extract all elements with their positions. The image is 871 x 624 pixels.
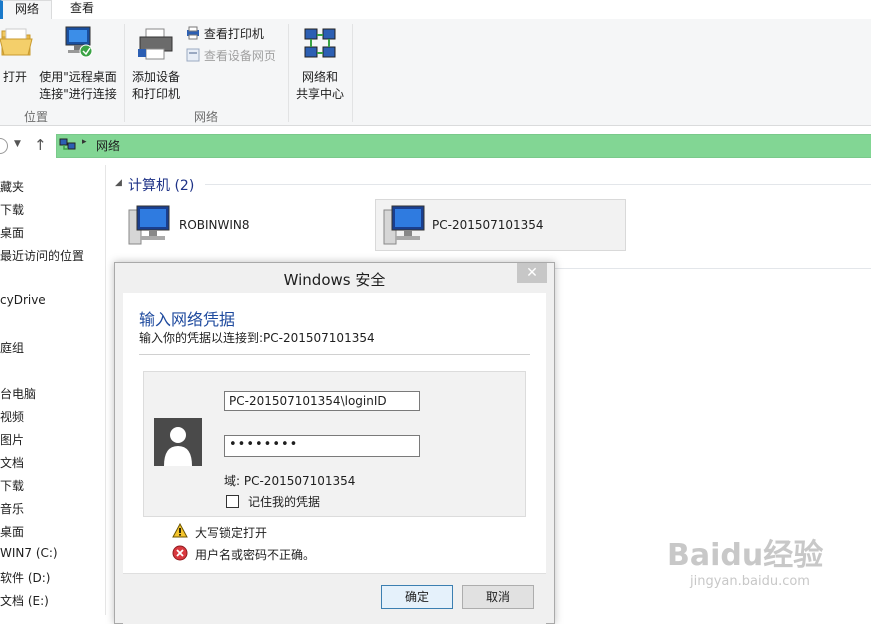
add-devices-label-2: 和打印机: [131, 87, 180, 101]
error-icon: [172, 545, 188, 561]
sidebar-item-this-pc[interactable]: 台电脑: [0, 385, 36, 402]
add-devices-button[interactable]: 添加设备 和打印机: [128, 25, 184, 101]
address-bar[interactable]: [56, 134, 871, 158]
sidebar-item-documents[interactable]: 文档: [0, 454, 24, 471]
password-input[interactable]: ••••••••: [224, 435, 420, 457]
windows-security-dialog: Windows 安全 ✕ 输入网络凭据 输入你的凭据以连接到:PC-201507…: [114, 262, 555, 624]
ok-button[interactable]: 确定: [381, 585, 453, 609]
group-separator: [124, 24, 125, 122]
network-center-icon: [304, 28, 336, 58]
view-device-page-label: 查看设备网页: [203, 49, 276, 63]
section-divider: [553, 268, 871, 269]
group-separator: [352, 24, 353, 122]
network-center-label-1: 网络和: [301, 70, 338, 84]
remember-credentials-label[interactable]: 记住我的凭据: [248, 493, 320, 510]
collapse-arrow-icon[interactable]: ◢: [115, 178, 122, 188]
credentials-error: 用户名或密码不正确。: [195, 548, 316, 562]
dialog-heading: 输入网络凭据: [139, 310, 236, 329]
breadcrumb-network[interactable]: 网络: [96, 137, 120, 154]
computer-icon: [383, 205, 425, 245]
back-button[interactable]: [0, 138, 8, 154]
dialog-subtitle: 输入你的凭据以连接到:PC-201507101354: [139, 331, 375, 345]
sidebar-item-downloads-2[interactable]: 下载: [0, 477, 24, 494]
sidebar-item-desktop-2[interactable]: 桌面: [0, 523, 24, 540]
ribbon: 打开 使用"远程桌面 连接"进行连接 位置 添加设备 和打印机 查看打印机 查看…: [0, 19, 871, 126]
caps-lock-warning: 大写锁定打开: [195, 526, 268, 540]
domain-label: 域: PC-201507101354: [224, 474, 356, 488]
remember-credentials-checkbox[interactable]: [226, 495, 239, 508]
web-page-icon: [186, 48, 200, 62]
add-devices-label-1: 添加设备: [131, 70, 180, 84]
sidebar-item-downloads[interactable]: 下载: [0, 201, 24, 218]
sidebar-item-onedrive[interactable]: cyDrive: [0, 293, 46, 307]
tab-view[interactable]: 查看: [58, 0, 106, 19]
section-divider: [205, 184, 871, 185]
warning-icon: [172, 523, 188, 538]
sidebar-item-drive-c[interactable]: WIN7 (C:): [0, 546, 58, 560]
computer-name: PC-201507101354: [432, 218, 544, 232]
sidebar-item-drive-d[interactable]: 软件 (D:): [0, 569, 50, 586]
computer-name: ROBINWIN8: [179, 218, 250, 232]
section-title-computers[interactable]: 计算机 (2): [128, 175, 194, 195]
sidebar-item-favorites[interactable]: 藏夹: [0, 178, 24, 195]
group-separator: [288, 24, 289, 122]
remote-desktop-label-2: 连接"进行连接: [39, 87, 117, 101]
credential-panel: •••••••• 域: PC-201507101354 记住我的凭据: [143, 371, 526, 517]
tab-network[interactable]: 网络: [0, 0, 52, 21]
sidebar-item-desktop[interactable]: 桌面: [0, 224, 24, 241]
remote-desktop-icon: [65, 26, 93, 58]
dialog-titlebar[interactable]: Windows 安全 ✕: [115, 263, 554, 293]
cancel-button[interactable]: 取消: [462, 585, 534, 609]
computer-icon: [128, 205, 170, 245]
dialog-footer: 确定 取消: [123, 573, 546, 624]
sidebar-item-drive-e[interactable]: 文档 (E:): [0, 592, 49, 609]
network-center-label-2: 共享中心: [295, 87, 344, 101]
folder-open-icon: [0, 28, 33, 56]
dialog-title: Windows 安全: [283, 271, 386, 289]
view-device-page-button[interactable]: 查看设备网页: [186, 47, 276, 65]
open-button[interactable]: 打开: [0, 25, 34, 95]
user-avatar-icon: [154, 418, 202, 466]
network-icon: [59, 138, 76, 150]
watermark-url: jingyan.baidu.com: [690, 574, 810, 589]
up-button[interactable]: ↑: [34, 136, 47, 154]
view-printers-button[interactable]: 查看打印机: [186, 25, 264, 43]
dialog-divider: [139, 354, 530, 355]
computer-item-robinwin8[interactable]: ROBINWIN8: [122, 199, 364, 251]
remote-desktop-label-1: 使用"远程桌面: [39, 70, 117, 84]
sidebar-item-homegroup[interactable]: 庭组: [0, 339, 24, 356]
sidebar-item-music[interactable]: 音乐: [0, 500, 24, 517]
open-label: 打开: [2, 70, 27, 84]
printer-icon: [138, 28, 173, 60]
close-button[interactable]: ✕: [517, 263, 547, 283]
dialog-body: 输入网络凭据 输入你的凭据以连接到:PC-201507101354 ••••••…: [123, 293, 546, 624]
computer-item-pc-201507101354[interactable]: PC-201507101354: [375, 199, 626, 251]
sidebar-item-recent[interactable]: 最近访问的位置: [0, 247, 84, 264]
ribbon-tabbar: 网络 查看: [0, 0, 871, 21]
group-label-network: 网络: [193, 110, 218, 124]
sidebar-item-videos[interactable]: 视频: [0, 408, 24, 425]
printer-small-icon: [187, 26, 199, 40]
watermark-brand: Baidu经验: [667, 538, 824, 573]
sidebar-item-pictures[interactable]: 图片: [0, 431, 24, 448]
view-printers-label: 查看打印机: [203, 27, 264, 41]
username-input[interactable]: [224, 391, 420, 411]
network-sharing-center-button[interactable]: 网络和 共享中心: [292, 25, 348, 101]
breadcrumb-chevron-icon: ▸: [82, 137, 87, 147]
remote-desktop-button[interactable]: 使用"远程桌面 连接"进行连接: [36, 25, 120, 101]
group-label-location: 位置: [23, 110, 48, 124]
history-dropdown-button[interactable]: ▼: [14, 139, 21, 149]
